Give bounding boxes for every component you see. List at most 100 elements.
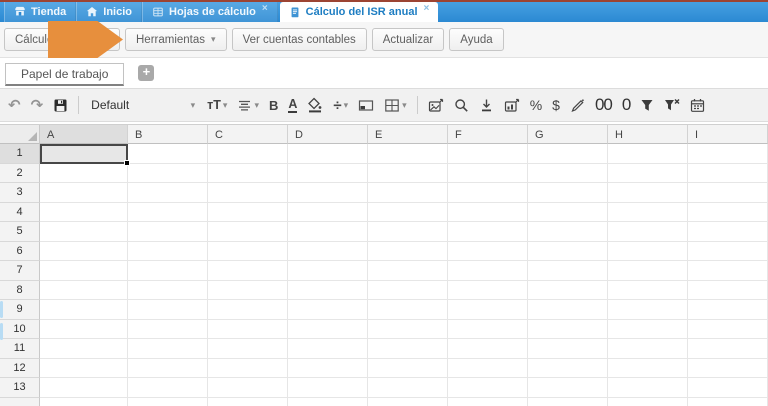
cell-G12[interactable] — [528, 358, 608, 378]
cell-I5[interactable] — [688, 222, 768, 242]
cell-F11[interactable] — [448, 339, 528, 359]
cell-partial[interactable] — [368, 397, 448, 406]
cell-H13[interactable] — [608, 378, 688, 398]
cell-A5[interactable] — [40, 222, 128, 242]
cell-I13[interactable] — [688, 378, 768, 398]
cell-E9[interactable] — [368, 300, 448, 320]
cell-A10[interactable] — [40, 319, 128, 339]
calendar-button[interactable] — [690, 98, 705, 113]
add-decimals-button[interactable]: 00 — [595, 95, 613, 115]
cell-A1[interactable] — [40, 144, 130, 166]
column-header-A[interactable]: A — [40, 125, 128, 144]
menu-button-ayuda[interactable]: Ayuda — [449, 28, 504, 51]
cell-partial[interactable] — [40, 397, 128, 406]
cell-A13[interactable] — [40, 378, 128, 398]
cell-E5[interactable] — [368, 222, 448, 242]
cell-D8[interactable] — [288, 280, 368, 300]
cell-H3[interactable] — [608, 183, 688, 203]
cell-F2[interactable] — [448, 163, 528, 183]
cell-F10[interactable] — [448, 319, 528, 339]
cell-E1[interactable] — [368, 144, 448, 164]
select-all-corner[interactable] — [0, 125, 40, 144]
cell-B7[interactable] — [128, 261, 208, 281]
cell-A12[interactable] — [40, 358, 128, 378]
text-color-button[interactable]: A — [288, 97, 298, 113]
cell-B9[interactable] — [128, 300, 208, 320]
cell-D13[interactable] — [288, 378, 368, 398]
cell-G3[interactable] — [528, 183, 608, 203]
save-button[interactable] — [53, 98, 68, 113]
cell-C13[interactable] — [208, 378, 288, 398]
cell-E4[interactable] — [368, 202, 448, 222]
font-style-dropdown[interactable]: Default ▾ — [89, 98, 197, 112]
cell-C9[interactable] — [208, 300, 288, 320]
cell-C5[interactable] — [208, 222, 288, 242]
cell-F9[interactable] — [448, 300, 528, 320]
row-header-3[interactable]: 3 — [0, 183, 40, 203]
cell-B2[interactable] — [128, 163, 208, 183]
cell-H5[interactable] — [608, 222, 688, 242]
cell-H6[interactable] — [608, 241, 688, 261]
cell-G8[interactable] — [528, 280, 608, 300]
menu-button-ver-cuentas-contables[interactable]: Ver cuentas contables — [231, 28, 367, 51]
currency-format-button[interactable]: $ — [552, 97, 560, 113]
font-size-dropdown[interactable]: тT ▾ — [207, 98, 227, 112]
cell-partial[interactable] — [528, 397, 608, 406]
cell-I8[interactable] — [688, 280, 768, 300]
column-header-C[interactable]: C — [208, 125, 288, 144]
menu-button-actualizar[interactable]: Actualizar — [371, 28, 445, 51]
row-header-5[interactable]: 5 — [0, 222, 40, 242]
row-header-8[interactable]: 8 — [0, 280, 40, 300]
cell-A2[interactable] — [40, 163, 128, 183]
cell-D4[interactable] — [288, 202, 368, 222]
column-header-B[interactable]: B — [128, 125, 208, 144]
cell-E7[interactable] — [368, 261, 448, 281]
cell-E2[interactable] — [368, 163, 448, 183]
row-header-12[interactable]: 12 — [0, 358, 40, 378]
cell-D7[interactable] — [288, 261, 368, 281]
column-header-G[interactable]: G — [528, 125, 608, 144]
export-chart-button[interactable] — [504, 98, 520, 113]
cell-G2[interactable] — [528, 163, 608, 183]
cell-C6[interactable] — [208, 241, 288, 261]
cell-C1[interactable] — [208, 144, 288, 164]
cell-D5[interactable] — [288, 222, 368, 242]
row-header-9[interactable]: 9 — [0, 300, 40, 320]
cell-A8[interactable] — [40, 280, 128, 300]
menu-button-herramientas[interactable]: Herramientas ▾ — [125, 28, 227, 51]
column-header-D[interactable]: D — [288, 125, 368, 144]
cell-I7[interactable] — [688, 261, 768, 281]
cell-I3[interactable] — [688, 183, 768, 203]
cell-E6[interactable] — [368, 241, 448, 261]
cell-I11[interactable] — [688, 339, 768, 359]
row-header-1[interactable]: 1 — [0, 144, 40, 164]
cell-C8[interactable] — [208, 280, 288, 300]
cell-H10[interactable] — [608, 319, 688, 339]
cell-C7[interactable] — [208, 261, 288, 281]
column-header-F[interactable]: F — [448, 125, 528, 144]
cell-C3[interactable] — [208, 183, 288, 203]
cell-E3[interactable] — [368, 183, 448, 203]
cell-G9[interactable] — [528, 300, 608, 320]
cell-G1[interactable] — [528, 144, 608, 164]
cell-D3[interactable] — [288, 183, 368, 203]
filter-button[interactable] — [640, 98, 654, 113]
row-header-6[interactable]: 6 — [0, 241, 40, 261]
cell-B5[interactable] — [128, 222, 208, 242]
cell-F7[interactable] — [448, 261, 528, 281]
tab-hojas-de-calculo[interactable]: Hojas de cálculo × — [142, 2, 278, 22]
fill-handle[interactable] — [124, 159, 130, 166]
cell-A7[interactable] — [40, 261, 128, 281]
cell-I9[interactable] — [688, 300, 768, 320]
tab-tienda[interactable]: Tienda — [4, 2, 77, 22]
merge-cells-button[interactable] — [358, 98, 374, 113]
cell-A3[interactable] — [40, 183, 128, 203]
cell-C10[interactable] — [208, 319, 288, 339]
cell-F3[interactable] — [448, 183, 528, 203]
row-header-2[interactable]: 2 — [0, 163, 40, 183]
cell-partial[interactable] — [688, 397, 768, 406]
row-header-13[interactable]: 13 — [0, 378, 40, 398]
cell-G13[interactable] — [528, 378, 608, 398]
cell-F1[interactable] — [448, 144, 528, 164]
close-icon[interactable]: × — [424, 3, 430, 14]
